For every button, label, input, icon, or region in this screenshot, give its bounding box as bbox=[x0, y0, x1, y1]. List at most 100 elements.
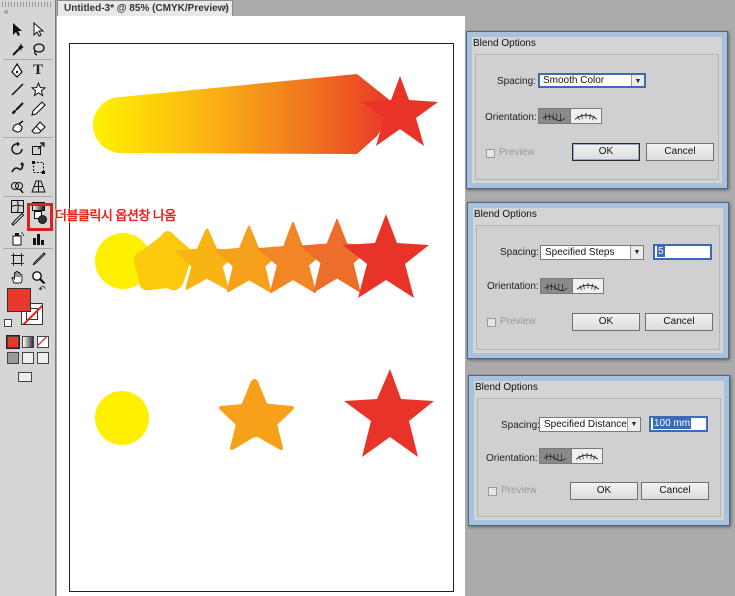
cancel-button[interactable]: Cancel bbox=[645, 313, 713, 331]
shape-builder-tool-icon[interactable] bbox=[8, 177, 26, 195]
dialog-body: Spacing: Specified Distance ▼ 100 mm Ori… bbox=[477, 398, 721, 517]
symbol-sprayer-tool-icon[interactable] bbox=[8, 229, 26, 247]
free-transform-tool-icon[interactable] bbox=[29, 158, 47, 176]
align-to-page-icon bbox=[545, 283, 568, 291]
distance-blend-shape[interactable] bbox=[219, 378, 294, 450]
preview-label: Preview bbox=[499, 147, 535, 158]
preview-label: Preview bbox=[500, 316, 536, 327]
pencil-tool-icon[interactable] bbox=[29, 99, 47, 117]
tool-separator bbox=[3, 137, 53, 138]
orientation-label: Orientation: bbox=[486, 453, 538, 464]
preview-checkbox[interactable] bbox=[486, 149, 495, 158]
dialog-body: Spacing: Specified Steps ▼ 5 Orientation… bbox=[476, 225, 720, 350]
dialog-title: Blend Options bbox=[473, 38, 536, 49]
eyedropper-tool-icon[interactable] bbox=[8, 210, 26, 228]
blend-options-dialog-steps[interactable]: Blend Options Spacing: Specified Steps ▼… bbox=[467, 202, 729, 359]
align-to-page-button[interactable] bbox=[541, 279, 572, 293]
direct-selection-tool-icon[interactable] bbox=[29, 20, 47, 38]
color-mode-button[interactable] bbox=[6, 335, 20, 349]
eraser-tool-icon[interactable] bbox=[29, 118, 47, 136]
align-to-page-icon bbox=[544, 453, 567, 461]
ok-button[interactable]: OK bbox=[572, 143, 640, 161]
draw-inside-icon[interactable] bbox=[37, 352, 49, 364]
line-segment-tool-icon[interactable] bbox=[8, 80, 26, 98]
document-tab[interactable]: Untitled-3* @ 85% (CMYK/Preview) bbox=[57, 0, 233, 16]
spacing-label: Spacing: bbox=[497, 76, 536, 87]
cancel-button[interactable]: Cancel bbox=[641, 482, 709, 500]
magic-wand-tool-icon[interactable] bbox=[8, 40, 26, 58]
slice-tool-icon[interactable] bbox=[29, 250, 47, 268]
none-mode-button[interactable] bbox=[37, 336, 49, 348]
hand-tool-icon[interactable] bbox=[8, 268, 26, 286]
align-to-path-button[interactable] bbox=[570, 449, 602, 463]
blend-options-dialog-distance[interactable]: Blend Options Spacing: Specified Distanc… bbox=[468, 375, 730, 526]
distance-blend-circle[interactable] bbox=[95, 391, 149, 445]
ok-button[interactable]: OK bbox=[572, 313, 640, 331]
collapse-panel-icon[interactable]: « bbox=[4, 7, 8, 16]
chevron-down-icon: ▼ bbox=[627, 418, 640, 431]
spacing-select-value: Specified Distance bbox=[544, 419, 627, 430]
artboard-tool-icon[interactable] bbox=[8, 250, 26, 268]
close-tab-icon[interactable]: × bbox=[222, 3, 228, 14]
fill-swatch[interactable] bbox=[7, 288, 31, 312]
orientation-toggle[interactable] bbox=[540, 278, 604, 294]
dialog-title: Blend Options bbox=[475, 382, 538, 393]
star-tool-icon[interactable] bbox=[29, 80, 47, 98]
rotate-tool-icon[interactable] bbox=[8, 139, 26, 157]
tool-separator bbox=[3, 59, 53, 60]
pen-tool-icon[interactable] bbox=[8, 61, 26, 79]
align-to-path-icon bbox=[574, 112, 598, 120]
steps-input[interactable]: 5 bbox=[653, 244, 712, 260]
preview-checkbox[interactable] bbox=[488, 487, 497, 496]
column-graph-tool-icon[interactable] bbox=[29, 229, 47, 247]
distance-blend-star[interactable] bbox=[344, 369, 434, 457]
cancel-button[interactable]: Cancel bbox=[646, 143, 714, 161]
align-to-path-button[interactable] bbox=[569, 109, 601, 123]
paintbrush-tool-icon[interactable] bbox=[8, 99, 26, 117]
steps-input-value: 5 bbox=[657, 246, 665, 257]
blob-brush-tool-icon[interactable] bbox=[8, 118, 26, 136]
align-to-path-button[interactable] bbox=[571, 279, 603, 293]
align-to-page-button[interactable] bbox=[540, 449, 571, 463]
align-to-path-icon bbox=[576, 282, 600, 290]
dialog-title: Blend Options bbox=[474, 209, 537, 220]
distance-input-value: 100 mm bbox=[653, 418, 692, 429]
swap-fill-stroke-icon[interactable]: ↶ bbox=[36, 284, 48, 294]
draw-behind-icon[interactable] bbox=[22, 352, 34, 364]
panel-grip[interactable] bbox=[2, 2, 52, 7]
scale-tool-icon[interactable] bbox=[29, 139, 47, 157]
selection-tool-icon[interactable] bbox=[8, 20, 26, 38]
preview-checkbox[interactable] bbox=[487, 318, 496, 327]
spacing-select[interactable]: Specified Distance ▼ bbox=[539, 417, 641, 432]
preview-label: Preview bbox=[501, 485, 537, 496]
default-fill-stroke-icon[interactable] bbox=[4, 319, 12, 327]
spacing-label: Spacing: bbox=[501, 420, 540, 431]
gradient-mode-button[interactable] bbox=[22, 336, 34, 348]
spacing-select[interactable]: Smooth Color ▼ bbox=[538, 73, 646, 88]
screen-mode-icon[interactable] bbox=[18, 372, 32, 382]
dialog-body: Spacing: Smooth Color ▼ Orientation: Pre… bbox=[475, 54, 719, 180]
draw-normal-icon[interactable] bbox=[7, 352, 19, 364]
chevron-down-icon: ▼ bbox=[631, 75, 644, 86]
align-to-path-icon bbox=[575, 452, 599, 460]
orientation-label: Orientation: bbox=[487, 281, 539, 292]
warp-tool-icon[interactable] bbox=[8, 158, 26, 176]
steps-blend-shape[interactable] bbox=[134, 231, 193, 291]
align-to-page-icon bbox=[543, 113, 566, 121]
annotation-text: 더블클릭시 옵션창 나옴 bbox=[55, 208, 176, 223]
distance-input[interactable]: 100 mm bbox=[649, 416, 708, 432]
specified-distance-blend[interactable] bbox=[95, 369, 434, 457]
smooth-color-blend[interactable] bbox=[93, 74, 438, 154]
perspective-grid-tool-icon[interactable] bbox=[29, 177, 47, 195]
ok-button[interactable]: OK bbox=[570, 482, 638, 500]
align-to-page-button[interactable] bbox=[539, 109, 570, 123]
spacing-select[interactable]: Specified Steps ▼ bbox=[540, 245, 644, 260]
lasso-tool-icon[interactable] bbox=[29, 40, 47, 58]
blend-options-dialog-smooth[interactable]: Blend Options Spacing: Smooth Color ▼ Or… bbox=[466, 31, 728, 189]
specified-steps-blend[interactable] bbox=[95, 214, 429, 298]
type-tool-icon[interactable]: T bbox=[29, 61, 47, 79]
blend-tool-highlight bbox=[27, 203, 53, 231]
chevron-down-icon: ▼ bbox=[630, 246, 643, 259]
orientation-toggle[interactable] bbox=[539, 448, 603, 464]
orientation-toggle[interactable] bbox=[538, 108, 602, 124]
